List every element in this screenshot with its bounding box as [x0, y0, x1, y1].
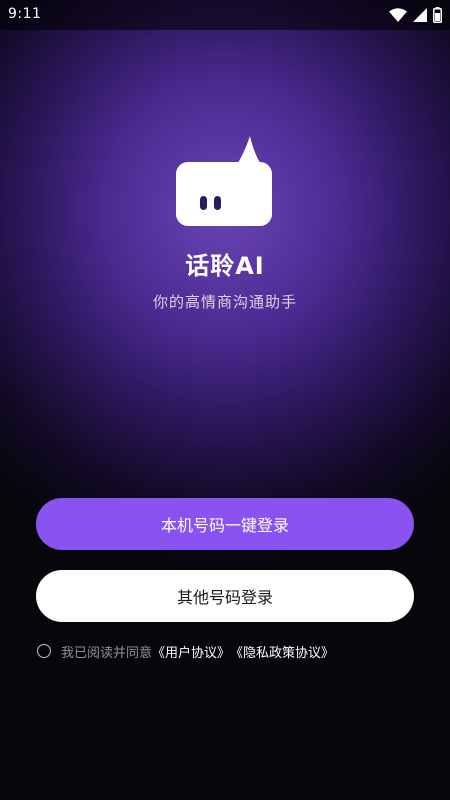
- status-time: 9:11: [8, 6, 42, 22]
- status-icons: [389, 7, 442, 23]
- battery-icon: [433, 7, 442, 23]
- cellular-signal-icon: [413, 8, 427, 22]
- chat-bubble-face-logo: [176, 136, 272, 226]
- privacy-policy-link[interactable]: 《隐私政策协议》: [230, 642, 334, 661]
- user-agreement-link[interactable]: 《用户协议》: [152, 642, 230, 661]
- app-name: 话聆AI: [185, 252, 265, 280]
- other-number-login-button[interactable]: 其他号码登录: [36, 570, 414, 622]
- agreement-checkbox[interactable]: [37, 644, 51, 658]
- wifi-icon: [389, 8, 407, 22]
- one-click-login-button[interactable]: 本机号码一键登录: [36, 498, 414, 550]
- status-bar: 9:11: [0, 0, 450, 30]
- app-tagline: 你的高情商沟通助手: [152, 293, 297, 311]
- agreement-row: 我已阅读并同意 《用户协议》 《隐私政策协议》: [37, 641, 334, 661]
- agreement-prefix: 我已阅读并同意: [61, 645, 153, 661]
